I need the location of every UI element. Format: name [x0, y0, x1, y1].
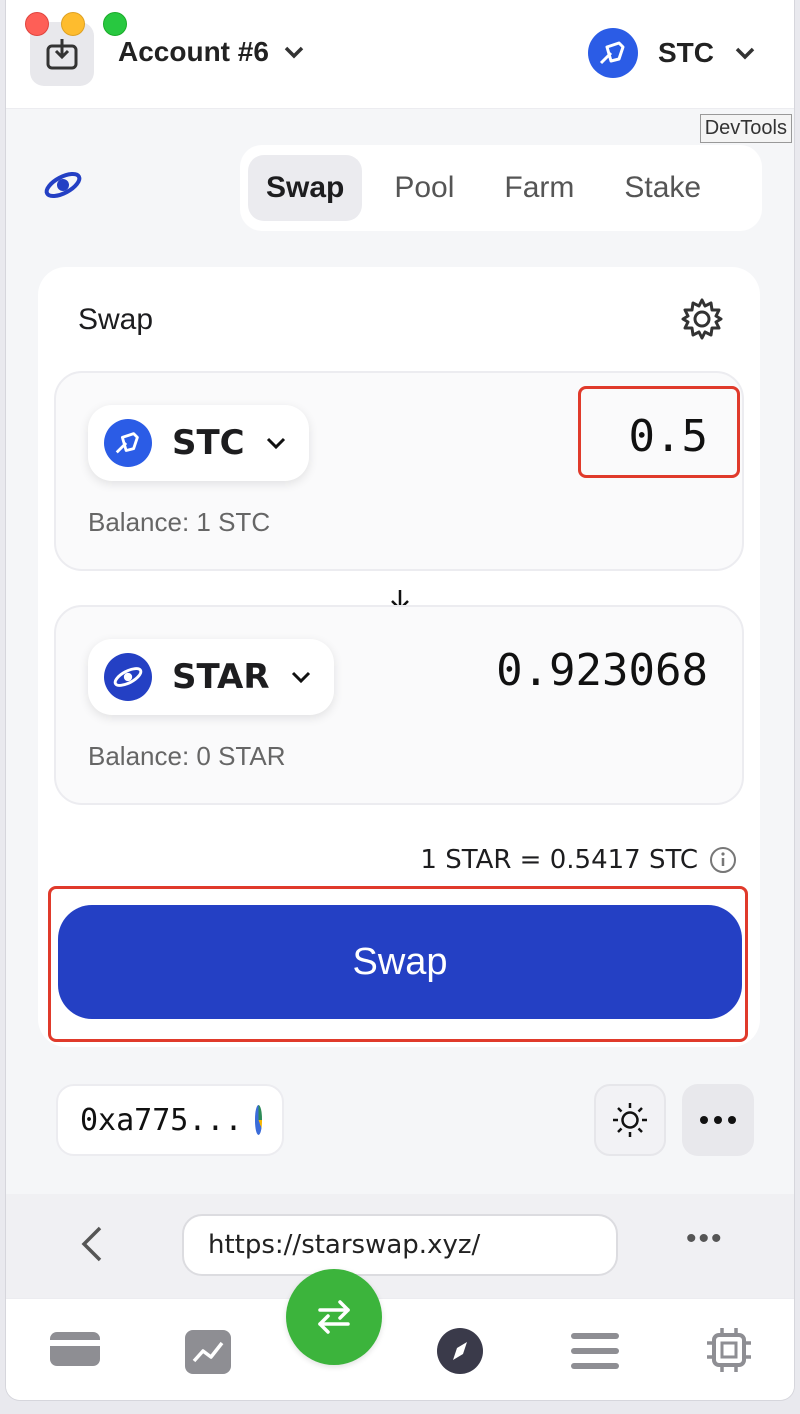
account-selector[interactable]: Account #6: [118, 36, 305, 68]
theme-toggle-button[interactable]: [594, 1084, 666, 1156]
chevron-down-icon: [284, 46, 304, 59]
browser-url-bar: https://starswap.xyz/ •••: [6, 1194, 794, 1298]
wallet-window: Account #6 STC Swap Pool Farm Stake Swap: [6, 0, 794, 1400]
network-selector[interactable]: STC: [588, 28, 756, 78]
chip-icon: [707, 1328, 751, 1372]
swap-button-highlight-box: [48, 886, 748, 1042]
star-logo-icon: [104, 653, 152, 701]
chevron-left-icon: [81, 1226, 102, 1262]
to-token-label: STAR: [172, 657, 270, 697]
more-horizontal-icon: [700, 1116, 736, 1124]
list-icon: [571, 1333, 619, 1369]
tab-menu[interactable]: [570, 1331, 620, 1376]
chevron-down-icon: [735, 47, 755, 60]
wallet-address: 0xa775...: [80, 1102, 243, 1138]
exchange-rate-text: 1 STAR = 0.5417 STC: [420, 845, 698, 875]
avatar: [254, 1105, 262, 1135]
window-close-button[interactable]: [25, 12, 49, 36]
card-title: Swap: [78, 303, 154, 336]
settings-button[interactable]: [680, 297, 724, 346]
compass-icon: [437, 1328, 483, 1374]
tab-swap-center-button[interactable]: [286, 1269, 382, 1365]
stc-logo-icon: [588, 28, 638, 78]
to-token-selector[interactable]: STAR: [88, 639, 334, 715]
back-button[interactable]: [78, 1224, 106, 1269]
swap-arrows-icon: [318, 1300, 350, 1334]
address-button[interactable]: 0xa775...: [56, 1084, 284, 1156]
tab-explore[interactable]: [436, 1327, 484, 1380]
to-amount-input[interactable]: 0.923068: [496, 645, 708, 696]
exchange-rate: 1 STAR = 0.5417 STC: [420, 845, 738, 875]
from-balance: Balance: 1 STC: [88, 507, 271, 537]
tab-farm[interactable]: Farm: [486, 155, 592, 221]
info-icon[interactable]: [708, 845, 738, 875]
account-name: Account #6: [118, 36, 269, 67]
devtools-button[interactable]: DevTools: [699, 114, 792, 143]
amount-highlight-box: [578, 386, 740, 478]
tab-pool[interactable]: Pool: [376, 155, 472, 221]
bottom-tab-bar: [6, 1269, 794, 1400]
tab-swap[interactable]: Swap: [248, 155, 363, 221]
browser-more-button[interactable]: •••: [686, 1222, 724, 1256]
gear-icon: [681, 298, 723, 340]
from-token-label: STC: [172, 423, 245, 463]
card-icon: [50, 1332, 100, 1366]
chevron-down-icon: [266, 437, 285, 450]
window-minimize-button[interactable]: [61, 12, 85, 36]
chevron-down-icon: [291, 671, 310, 684]
to-token-box: STAR 0.923068 Balance: 0 STAR: [54, 605, 744, 805]
chart-icon: [185, 1330, 231, 1374]
tab-wallet[interactable]: [48, 1329, 102, 1374]
window-zoom-button[interactable]: [103, 12, 127, 36]
tab-stake[interactable]: Stake: [606, 155, 719, 221]
more-options-button[interactable]: [682, 1084, 754, 1156]
url-input[interactable]: https://starswap.xyz/: [182, 1214, 618, 1276]
network-name: STC: [658, 37, 714, 68]
stc-logo-icon: [104, 419, 152, 467]
sun-icon: [613, 1103, 647, 1137]
tab-market[interactable]: [184, 1329, 232, 1380]
to-balance: Balance: 0 STAR: [88, 741, 286, 771]
tab-settings[interactable]: [706, 1327, 752, 1378]
from-token-selector[interactable]: STC: [88, 405, 309, 481]
dapp-tabs: Swap Pool Farm Stake: [240, 145, 762, 231]
import-icon: [46, 39, 78, 70]
starswap-logo-icon[interactable]: [42, 167, 84, 208]
